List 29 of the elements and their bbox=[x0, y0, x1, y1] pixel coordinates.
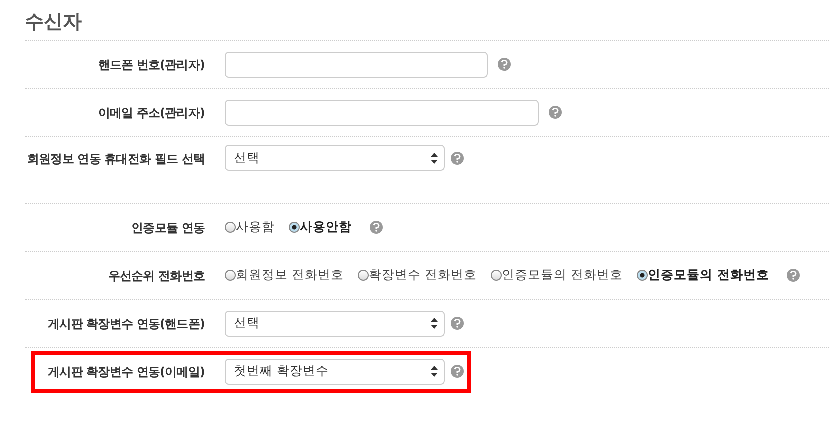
help-icon[interactable] bbox=[451, 152, 464, 164]
help-icon[interactable] bbox=[787, 269, 800, 282]
select-field[interactable]: 선택 bbox=[225, 145, 445, 171]
field-label: 게시판 확장변수 연동(이메일) bbox=[47, 364, 205, 380]
select-field[interactable]: 선택 bbox=[225, 310, 445, 336]
help-icon[interactable] bbox=[549, 106, 562, 119]
help-icon[interactable] bbox=[370, 221, 383, 234]
field-label: 인증모듈 연동 bbox=[130, 220, 205, 236]
field-label: 게시판 확장변수 연동(핸드폰) bbox=[47, 316, 205, 332]
radio-option[interactable]: 사용함 bbox=[225, 219, 275, 236]
help-icon[interactable] bbox=[498, 58, 511, 71]
field-label: 회원정보 연동 휴대전화 필드 선택 bbox=[26, 151, 205, 168]
help-icon[interactable] bbox=[451, 365, 464, 378]
updown-arrows-icon bbox=[431, 366, 438, 377]
radio-option[interactable]: 인증모듈의 전화번호 bbox=[636, 267, 770, 284]
updown-arrows-icon bbox=[431, 318, 438, 329]
field-label: 우선순위 전화번호 bbox=[107, 268, 205, 284]
field-label: 핸드폰 번호(관리자) bbox=[97, 56, 205, 74]
radio-option[interactable]: 인증모듈의 전화번호 bbox=[490, 267, 623, 284]
help-icon[interactable] bbox=[451, 317, 464, 330]
radio-option[interactable]: 확장변수 전화번호 bbox=[358, 267, 477, 284]
text-field[interactable] bbox=[225, 52, 488, 78]
section-title: 수신자 bbox=[25, 10, 83, 34]
updown-arrows-icon bbox=[431, 152, 438, 164]
field-label: 이메일 주소(관리자) bbox=[97, 104, 205, 122]
radio-option[interactable]: 회원정보 전화번호 bbox=[225, 267, 344, 284]
text-field[interactable] bbox=[225, 100, 539, 126]
radio-option[interactable]: 사용안함 bbox=[289, 219, 352, 236]
select-field[interactable]: 첫번째 확장변수 bbox=[225, 358, 445, 384]
